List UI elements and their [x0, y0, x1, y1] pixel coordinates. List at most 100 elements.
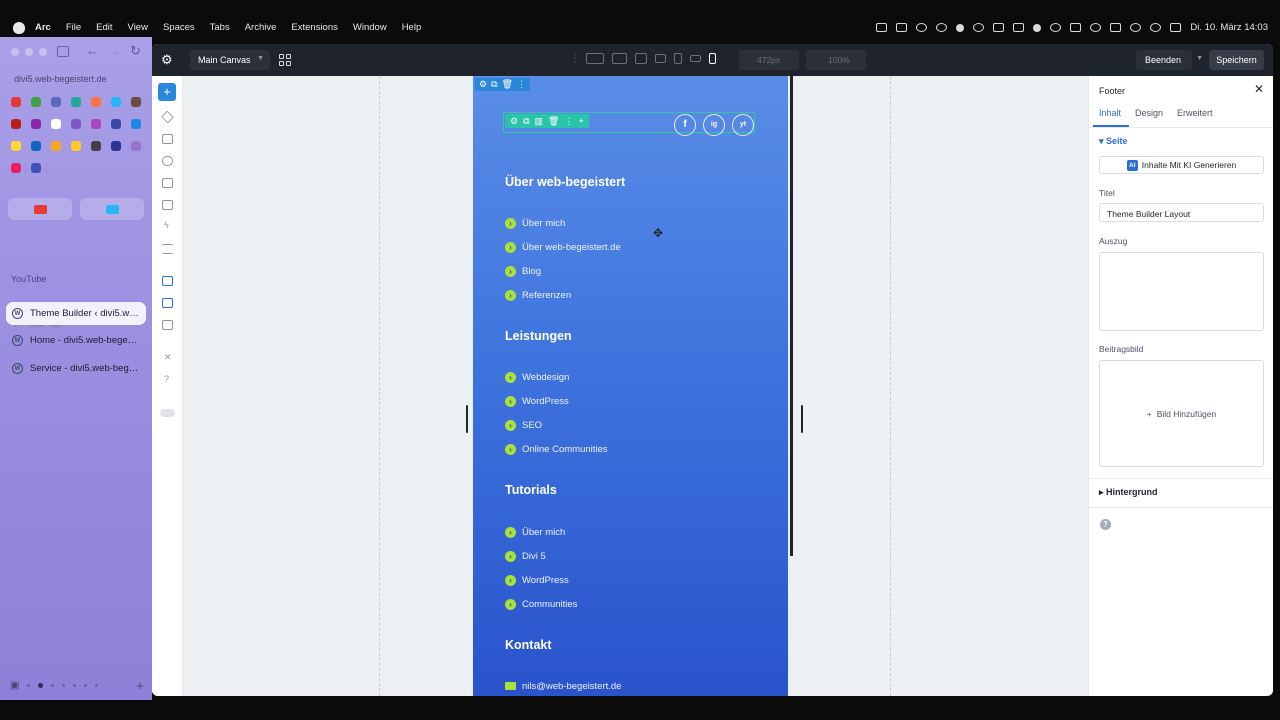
template-icon[interactable]: [162, 298, 173, 308]
favorite-site-icon[interactable]: [71, 119, 81, 129]
exit-button[interactable]: Beenden ▼: [1136, 50, 1203, 70]
settings-page-icon[interactable]: [162, 320, 173, 330]
footer-link[interactable]: › Über mich: [505, 525, 565, 539]
tab-inhalt[interactable]: Inhalt: [1099, 108, 1121, 118]
footer-link[interactable]: › Online Communities: [505, 442, 608, 456]
favorite-site-icon[interactable]: [71, 141, 81, 151]
canvas-select[interactable]: Main Canvas ▼: [190, 50, 270, 70]
favorite-site-icon[interactable]: [51, 119, 61, 129]
footer-link[interactable]: › WordPress: [505, 394, 569, 408]
footer-link[interactable]: › Blog: [505, 264, 541, 278]
minimize-window-icon[interactable]: [25, 48, 33, 56]
desktop-icon[interactable]: [612, 53, 627, 64]
favorite-site-icon[interactable]: [31, 163, 41, 173]
footer-link[interactable]: › Über mich: [505, 216, 565, 230]
favorite-site-icon[interactable]: [31, 141, 41, 151]
favorite-site-icon[interactable]: [131, 141, 141, 151]
favorite-site-icon[interactable]: [51, 97, 61, 107]
favorite-site-icon[interactable]: [11, 119, 21, 129]
canvas-grid-icon[interactable]: [279, 54, 291, 66]
menubar-datetime[interactable]: Di. 10. März 14:03: [1190, 22, 1268, 33]
favorite-site-icon[interactable]: [111, 97, 121, 107]
width-input[interactable]: 472px: [739, 50, 799, 70]
apple-icon[interactable]: [13, 21, 25, 34]
reload-icon[interactable]: ↻: [130, 43, 141, 59]
instagram-icon[interactable]: ig: [703, 114, 725, 136]
sidebar-tab-theme-builder[interactable]: W Theme Builder ‹ divi5.w…: [6, 302, 146, 325]
favorite-site-icon[interactable]: [91, 119, 101, 129]
favorite-site-icon[interactable]: [91, 141, 101, 151]
tray-shield-icon[interactable]: [1033, 23, 1042, 32]
camera-icon[interactable]: [896, 23, 908, 32]
phone-landscape-icon[interactable]: [690, 55, 701, 62]
menu-file[interactable]: File: [66, 22, 81, 33]
pinned-calendar[interactable]: [80, 198, 144, 220]
layers-icon[interactable]: [161, 110, 174, 124]
lightning-icon[interactable]: ϟ: [164, 220, 169, 230]
footer-link[interactable]: › Über web-begeistert.de: [505, 240, 621, 254]
favorite-site-icon[interactable]: [31, 119, 41, 129]
menu-view[interactable]: View: [128, 22, 148, 33]
gear-icon[interactable]: ⚙: [161, 53, 175, 67]
space-dot[interactable]: [95, 683, 99, 687]
menu-extensions[interactable]: Extensions: [291, 22, 337, 33]
pages-icon[interactable]: [162, 134, 173, 144]
theme-toggle[interactable]: [160, 409, 175, 417]
add-space-icon[interactable]: +: [136, 678, 144, 693]
space-dot[interactable]: [27, 683, 31, 687]
duplicate-icon[interactable]: ⧉: [491, 79, 497, 90]
favorite-site-icon[interactable]: [131, 119, 141, 129]
add-module-button[interactable]: +: [158, 83, 176, 101]
favorite-site-icon[interactable]: [111, 141, 121, 151]
fullscreen-window-icon[interactable]: [39, 48, 47, 56]
help-icon[interactable]: ?: [164, 374, 169, 384]
favorite-site-icon[interactable]: [111, 119, 121, 129]
duplicate-icon[interactable]: ⧉: [523, 116, 529, 127]
variables-icon[interactable]: [162, 178, 173, 188]
vimeo-icon[interactable]: [956, 23, 965, 32]
canvas-scrollbar[interactable]: [790, 76, 793, 556]
more-icon[interactable]: ⋮: [564, 116, 573, 127]
sidebar-tab-service[interactable]: W Service - divi5.web-beg…: [6, 357, 146, 380]
tray-zm-icon[interactable]: [1013, 23, 1025, 32]
favorite-site-icon[interactable]: [91, 97, 101, 107]
control-center-icon[interactable]: [1170, 23, 1182, 32]
menu-edit[interactable]: Edit: [96, 22, 112, 33]
wifi-icon[interactable]: [1130, 23, 1142, 32]
pinned-youtube[interactable]: [8, 198, 72, 220]
tray-app-icon[interactable]: [916, 23, 928, 32]
tablet-icon[interactable]: [674, 53, 682, 64]
excerpt-field[interactable]: [1099, 252, 1264, 331]
favorite-site-icon[interactable]: [11, 97, 21, 107]
forward-arrow-icon[interactable]: →: [108, 43, 121, 58]
menu-tabs[interactable]: Tabs: [210, 22, 230, 33]
section-background-toggle[interactable]: ▸ Hintergrund: [1099, 487, 1158, 498]
laptop-icon[interactable]: [635, 53, 647, 64]
footer-link[interactable]: › Webdesign: [505, 370, 569, 384]
keyboard-icon[interactable]: [1070, 23, 1082, 32]
space-dot[interactable]: [62, 683, 66, 687]
menu-archive[interactable]: Archive: [245, 22, 277, 33]
menu-window[interactable]: Window: [353, 22, 387, 33]
phone-icon[interactable]: [709, 53, 716, 64]
facebook-icon[interactable]: f: [674, 114, 696, 136]
favorite-site-icon[interactable]: [51, 141, 61, 151]
close-icon[interactable]: ✕: [1254, 82, 1264, 96]
add-image-button[interactable]: + Bild Hinzufügen: [1099, 360, 1264, 467]
add-icon[interactable]: +: [578, 116, 583, 126]
gear-icon[interactable]: ⚙: [510, 116, 518, 127]
favorite-site-icon[interactable]: [71, 97, 81, 107]
space-dot-active[interactable]: [38, 682, 44, 688]
cloud-icon[interactable]: [936, 23, 948, 32]
favorite-site-icon[interactable]: [31, 97, 41, 107]
space-dot[interactable]: [84, 683, 88, 687]
space-dot[interactable]: [51, 683, 55, 687]
trash-icon[interactable]: 🗑: [548, 116, 559, 127]
tray-j-icon[interactable]: [993, 23, 1005, 32]
tab-erweitert[interactable]: Erweitert: [1177, 108, 1213, 118]
zoom-input[interactable]: 100%: [806, 50, 866, 70]
resize-handle-left[interactable]: [466, 405, 468, 433]
footer-email-link[interactable]: nils@web-begeistert.de: [505, 679, 621, 693]
space-dot[interactable]: [73, 683, 77, 687]
chevron-right-icon[interactable]: [1050, 23, 1062, 32]
